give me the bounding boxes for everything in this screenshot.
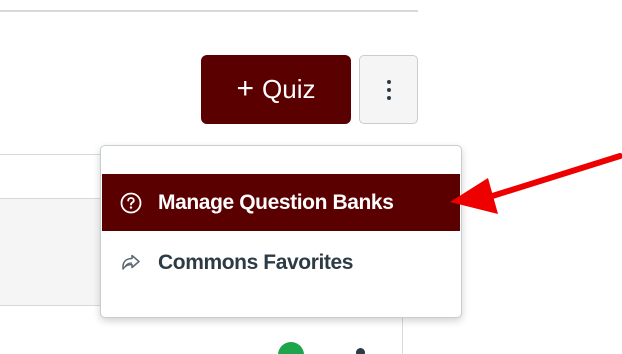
menu-item-commons-favorites[interactable]: Commons Favorites — [102, 234, 460, 291]
column-divider — [402, 316, 403, 354]
published-status-icon[interactable] — [278, 342, 304, 354]
menu-item-label: Manage Question Banks — [158, 190, 394, 214]
kebab-dot-icon — [386, 87, 391, 92]
more-options-button[interactable] — [359, 55, 418, 124]
annotation-arrow-icon — [450, 153, 622, 214]
menu-item-label: Commons Favorites — [158, 250, 354, 274]
quiz-list-panel — [0, 198, 102, 306]
kebab-dot-icon — [386, 95, 391, 100]
row-options-icon[interactable] — [356, 348, 365, 354]
options-dropdown-menu: Manage Question Banks Commons Favorites — [100, 145, 462, 318]
top-divider — [0, 10, 418, 12]
add-quiz-button[interactable]: + Quiz — [201, 55, 351, 124]
quizzes-page: + Quiz Manage Question Banks Commons Fav… — [0, 0, 622, 354]
question-circle-icon — [120, 192, 142, 214]
kebab-dot-icon — [386, 79, 391, 84]
add-quiz-label: Quiz — [262, 74, 316, 104]
plus-icon: + — [236, 71, 255, 105]
commons-share-icon — [120, 252, 142, 274]
menu-item-manage-question-banks[interactable]: Manage Question Banks — [102, 174, 460, 231]
header-divider — [0, 154, 102, 155]
